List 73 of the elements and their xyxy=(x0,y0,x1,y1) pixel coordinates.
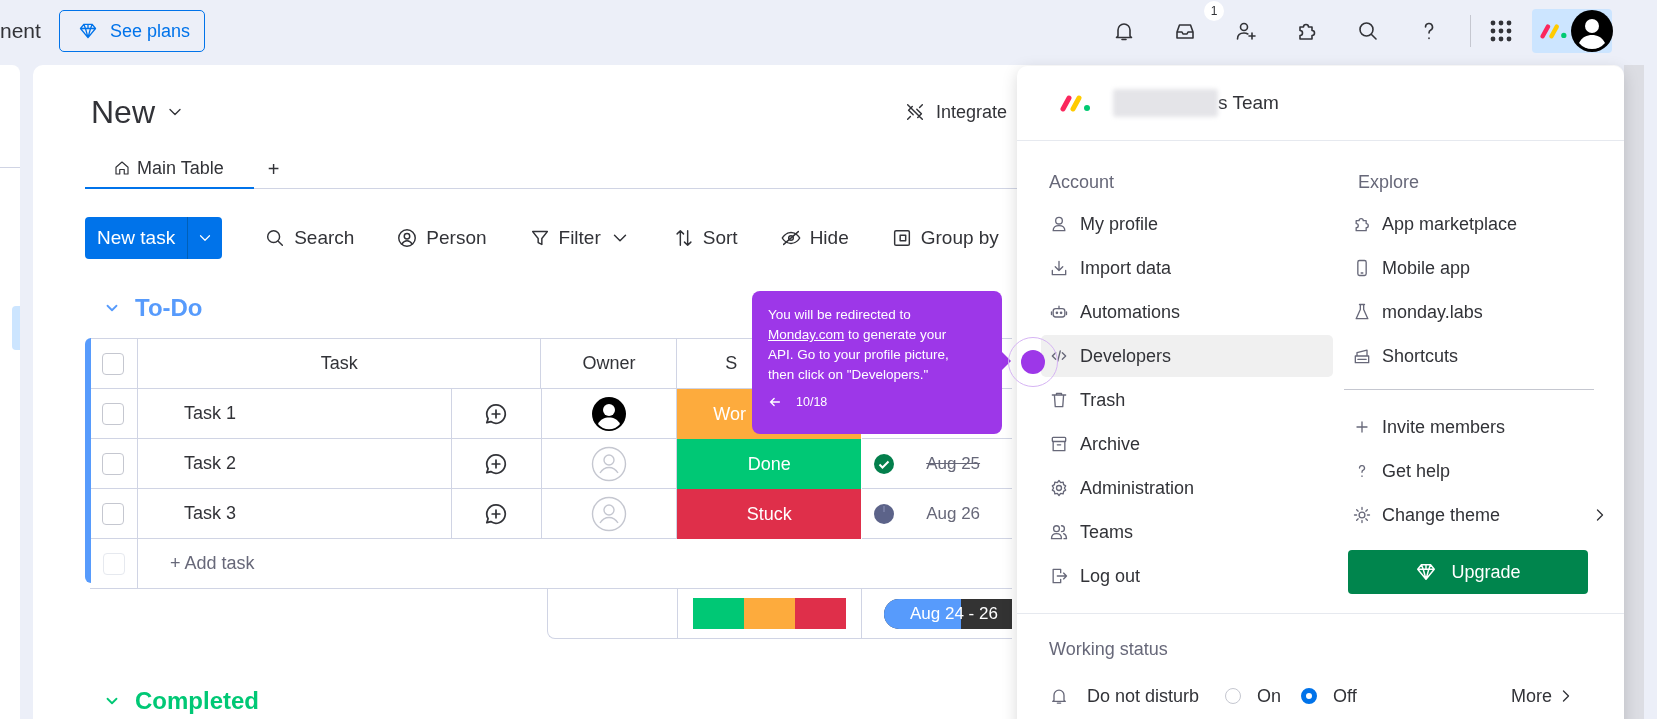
avatar-icon[interactable] xyxy=(590,395,627,432)
sidebar-selection xyxy=(12,306,20,350)
diamond-icon xyxy=(1415,561,1438,583)
toolbar-button[interactable]: Hide xyxy=(779,227,849,249)
board-title[interactable]: New xyxy=(91,93,155,131)
status-label[interactable]: Stuck xyxy=(677,489,863,539)
add-view-button[interactable]: + xyxy=(253,150,280,188)
due-date[interactable]: Aug 25 xyxy=(926,453,981,474)
person-icon xyxy=(396,227,419,249)
hotspot-dot xyxy=(1008,337,1058,387)
account-button[interactable] xyxy=(1532,9,1612,53)
menu-item[interactable]: Invite members xyxy=(1350,406,1610,448)
back-arrow-icon[interactable] xyxy=(768,395,782,409)
see-plans-button[interactable]: See plans xyxy=(58,10,205,52)
toolbar-button[interactable]: Person xyxy=(396,227,487,249)
workspace-title: nent xyxy=(0,19,41,43)
import-icon xyxy=(1049,258,1069,278)
home-icon xyxy=(113,159,131,177)
upgrade-button[interactable]: Upgrade xyxy=(1348,550,1588,594)
checkbox[interactable] xyxy=(102,452,125,475)
column-header: Task xyxy=(137,339,542,388)
toolbar-button[interactable]: Search xyxy=(264,227,355,249)
menu-item[interactable]: Change theme xyxy=(1350,494,1610,536)
menu-item[interactable]: Import data xyxy=(1041,247,1333,289)
setting-label: Do not disturb xyxy=(1087,685,1200,707)
team-name: s Team xyxy=(1218,92,1279,114)
add-task-field[interactable]: + Add task xyxy=(138,539,255,588)
menu-item[interactable]: monday.labs xyxy=(1350,291,1610,333)
task-name[interactable]: Task 2 xyxy=(137,439,452,488)
menu-item[interactable]: Teams xyxy=(1041,511,1333,553)
toolbar-button[interactable]: Filter xyxy=(528,227,631,249)
toolbar-button[interactable]: Sort xyxy=(672,227,738,249)
due-date[interactable]: Aug 26 xyxy=(926,503,981,524)
new-task-button[interactable]: New task xyxy=(85,217,223,259)
section-heading: Explore xyxy=(1357,170,1421,194)
step-counter: 10/18 xyxy=(796,395,828,409)
teams-icon xyxy=(1049,522,1069,542)
menu-item[interactable]: Log out xyxy=(1041,555,1333,597)
menu-item[interactable]: App marketplace xyxy=(1350,203,1610,245)
menu-item[interactable]: Shortcuts xyxy=(1350,335,1610,377)
checkbox[interactable] xyxy=(102,352,125,375)
menu-item[interactable]: My profile xyxy=(1041,203,1333,245)
menu-item[interactable]: Administration xyxy=(1041,467,1333,509)
count-badge: 1 xyxy=(1204,1,1224,21)
menu-item[interactable]: Trash xyxy=(1041,379,1333,421)
task-name[interactable]: Task 3 xyxy=(137,489,452,538)
column-header: Owner xyxy=(541,339,678,388)
search-icon xyxy=(1356,19,1380,43)
more-link[interactable]: More xyxy=(1511,685,1576,707)
link[interactable]: Monday.com xyxy=(768,327,845,342)
avatar-icon xyxy=(1570,9,1614,53)
section-heading: Account xyxy=(1048,170,1116,194)
trash-icon xyxy=(1049,390,1069,410)
checkbox[interactable] xyxy=(102,402,125,425)
toolbar-button[interactable]: Group by xyxy=(890,227,999,249)
menu-item[interactable]: Archive xyxy=(1041,423,1333,465)
checkbox[interactable] xyxy=(102,502,125,525)
radio-option[interactable]: Off xyxy=(1301,685,1357,707)
menu-item[interactable]: Automations xyxy=(1041,291,1333,333)
scrollbar[interactable] xyxy=(1624,65,1644,719)
gear-icon xyxy=(1049,478,1069,498)
archive-icon xyxy=(1049,434,1069,454)
section-heading: Working status xyxy=(1048,637,1169,661)
menu-item[interactable]: Mobile app xyxy=(1350,247,1610,289)
menu-item[interactable]: Developers xyxy=(1041,335,1333,377)
integrate-button[interactable]: Integrate xyxy=(903,101,1007,123)
task-name[interactable]: Task 1 xyxy=(137,389,452,438)
menu-item[interactable]: Get help xyxy=(1350,450,1610,492)
sun-icon xyxy=(1352,505,1372,525)
diamond-icon xyxy=(77,21,98,41)
radio-option[interactable]: On xyxy=(1225,685,1282,707)
app-grid-icon[interactable] xyxy=(1489,19,1513,43)
view-tab[interactable]: Main Table xyxy=(85,149,254,189)
